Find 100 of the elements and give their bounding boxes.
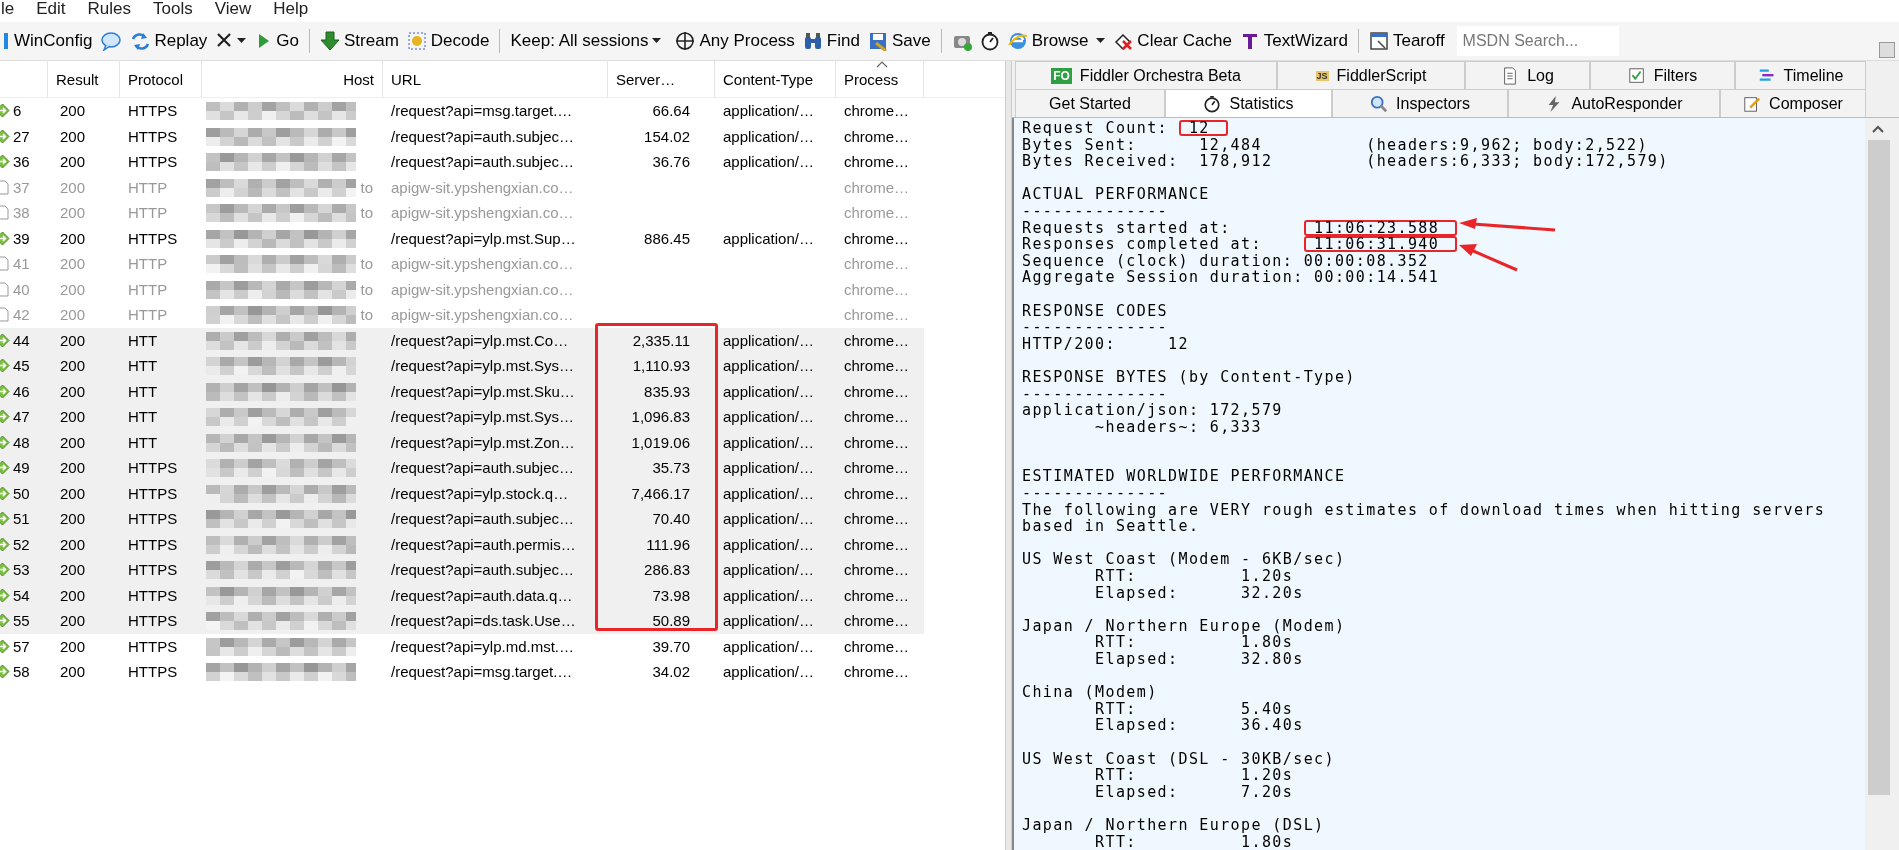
- table-cell-text: application/…: [722, 408, 815, 426]
- pencil-icon: [1743, 94, 1762, 113]
- tab[interactable]: Timeline: [1735, 61, 1866, 89]
- table-cell: 58: [13, 663, 30, 681]
- column-header[interactable]: URL: [383, 61, 608, 97]
- table-cell: 55: [13, 612, 30, 630]
- column-header[interactable]: Content-Type: [715, 61, 836, 97]
- tab[interactable]: AutoResponder: [1508, 89, 1720, 117]
- caret-icon: [1096, 38, 1106, 44]
- overflow-button[interactable]: [1879, 42, 1895, 58]
- table-row[interactable]: 39 200 HTTPS /request?api=ylp.mst.Sup… 886.45 application/… chrome…: [0, 225, 924, 251]
- search-field[interactable]: MSDN Search...: [1456, 26, 1619, 56]
- table-cell-text: chrome…: [843, 280, 911, 298]
- caret-icon: [652, 38, 662, 44]
- toolbar-button[interactable]: TextWizard: [1235, 26, 1352, 56]
- scroll-thumb[interactable]: [1868, 140, 1890, 795]
- table-cell-text: 1,019.06: [630, 433, 691, 451]
- table-row[interactable]: 53 200 HTTPS /request?api=auth.subjec… 286.83 application/… chrome…: [0, 557, 924, 583]
- table-cell-text: chrome…: [843, 382, 911, 400]
- tab[interactable]: Inspectors: [1332, 89, 1508, 117]
- table-cell-text: 200: [59, 561, 87, 579]
- table-cell-text: HTT: [127, 433, 159, 451]
- table-cell: 47: [13, 408, 30, 426]
- toolbar-button[interactable]: Go: [250, 26, 304, 56]
- toolbar-button[interactable]: Tearoff: [1364, 26, 1449, 56]
- table-cell-text: 200: [59, 229, 87, 247]
- table-cell-text: chrome…: [843, 663, 911, 681]
- table-cell-text: application/…: [722, 586, 815, 604]
- table-row[interactable]: 47 200 HTT /request?api=ylp.mst.Sys… 1,096.83 application/… chrome…: [0, 404, 924, 430]
- table-row[interactable]: 46 200 HTT /request?api=ylp.mst.Sku… 835.93 application/… chrome…: [0, 378, 924, 404]
- tab[interactable]: JS FiddlerScript: [1277, 61, 1465, 89]
- toolbar-button[interactable]: WinConfig: [0, 26, 97, 56]
- stats-line: based in Seattle.: [1022, 518, 1201, 535]
- keep-dropdown[interactable]: Keep: All sessions: [506, 26, 666, 56]
- checkbox-icon: [1627, 66, 1646, 85]
- toolbar-button[interactable]: Stream: [316, 26, 403, 56]
- menu-item[interactable]: Rules: [86, 0, 132, 22]
- tab[interactable]: FO Fiddler Orchestra Beta: [1015, 61, 1277, 89]
- column-header[interactable]: Host: [202, 61, 383, 97]
- table-row[interactable]: 44 200 HTT /request?api=ylp.mst.Co… 2,335.11 application/… chrome…: [0, 327, 924, 353]
- table-cell-text: 200: [59, 510, 87, 528]
- menu-item[interactable]: Tools: [152, 0, 194, 22]
- table-row[interactable]: 54 200 HTTPS /request?api=auth.data.q… 73.98 application/… chrome…: [0, 582, 924, 608]
- table-row[interactable]: 50 200 HTTPS /request?api=ylp.stock.q… 7,466.17 application/… chrome…: [0, 480, 924, 506]
- table-row[interactable]: 55 200 HTTPS /request?api=ds.task.Use… 50.89 application/… chrome…: [0, 608, 924, 634]
- toolbar-button[interactable]: Clear Cache: [1109, 26, 1236, 56]
- highlighted-value: 11:06:31.940: [1304, 236, 1458, 253]
- column-header[interactable]: Result: [48, 61, 120, 97]
- toolbar-button[interactable]: Decode: [402, 26, 494, 56]
- table-cell-text: application/…: [722, 433, 815, 451]
- table-cell-text: /request?api=auth.subjec…: [390, 153, 576, 171]
- menu-item[interactable]: Help: [272, 0, 310, 22]
- table-cell-text: chrome…: [843, 306, 911, 324]
- table-cell-text: 200: [59, 663, 87, 681]
- table-row[interactable]: 49 200 HTTPS /request?api=auth.subjec… 35.73 application/… chrome…: [0, 455, 924, 481]
- tab[interactable]: Log: [1465, 61, 1590, 89]
- table-row[interactable]: 52 200 HTTPS /request?api=auth.permis… 111.96 application/… chrome…: [0, 531, 924, 557]
- table-row[interactable]: 6 200 HTTPS /request?api=msg.target.… 66.64 application/… chrome…: [0, 98, 924, 124]
- table-cell-text: 200: [59, 306, 87, 324]
- menu-item[interactable]: View: [213, 0, 253, 22]
- table-cell-text: application/…: [722, 561, 815, 579]
- table-cell-text: application/…: [722, 535, 815, 553]
- table-row[interactable]: 45 200 HTT /request?api=ylp.mst.Sys… 1,110.93 application/… chrome…: [0, 353, 924, 379]
- tab[interactable]: Get Started: [1015, 89, 1165, 117]
- globe-icon: [1007, 31, 1028, 51]
- toolbar-button[interactable]: Browse: [1003, 26, 1093, 56]
- stopwatch-icon: [1203, 94, 1222, 113]
- column-header[interactable]: Server…: [608, 61, 715, 97]
- table-row[interactable]: 48 200 HTT /request?api=ylp.mst.Zon… 1,019.06 application/… chrome…: [0, 429, 924, 455]
- menu-item[interactable]: le: [0, 0, 16, 22]
- table-cell-text: 200: [59, 357, 87, 375]
- stats-line: Aggregate Session duration: 00:00:14.541: [1022, 269, 1441, 286]
- menu-item[interactable]: Edit: [35, 0, 67, 22]
- table-cell-text: apigw-sit.ypshengxian.co…: [390, 280, 575, 298]
- replay-icon: [130, 31, 151, 51]
- toolbar-button[interactable]: Find: [798, 26, 864, 56]
- table-row[interactable]: 57 200 HTTPS /request?api=ylp.md.mst.… 39.70 application/… chrome…: [0, 633, 924, 659]
- toolbar-button[interactable]: Replay: [126, 26, 212, 56]
- table-cell-text: /request?api=ylp.mst.Sku…: [390, 382, 576, 400]
- table-cell-text: chrome…: [843, 637, 911, 655]
- tab[interactable]: Composer: [1720, 89, 1866, 117]
- toolbar-button[interactable]: Save: [863, 26, 935, 56]
- column-header[interactable]: Protocol: [120, 61, 202, 97]
- column-header[interactable]: Process: [836, 61, 924, 97]
- highlighted-value: 12: [1178, 120, 1228, 136]
- stats-line: ~headers~: 6,333: [1095, 418, 1263, 436]
- table-cell-text: 200: [59, 178, 87, 196]
- stats-line: US West Coast (Modem - 6KB/sec): [1022, 551, 1347, 569]
- scroll-up-icon[interactable]: [1871, 124, 1885, 134]
- table-row[interactable]: 36 200 HTTPS /request?api=auth.subjec… 36.76 application/… chrome…: [0, 149, 924, 175]
- table-row[interactable]: 27 200 HTTPS /request?api=auth.subjec… 154.02 application/… chrome…: [0, 123, 924, 149]
- table-row[interactable]: 51 200 HTTPS /request?api=auth.subjec… 70.40 application/… chrome…: [0, 506, 924, 532]
- tab[interactable]: Filters: [1590, 61, 1735, 89]
- table-row[interactable]: 58 200 HTTPS /request?api=msg.target.… 34.02 application/… chrome…: [0, 659, 924, 685]
- stats-line: application/json: 172,579: [1022, 402, 1284, 419]
- stats-line: Japan / Northern Europe (DSL): [1022, 816, 1326, 834]
- tab[interactable]: Statistics: [1165, 89, 1332, 117]
- table-cell-text: application/…: [722, 612, 815, 630]
- toolbar-button[interactable]: Any Process: [671, 26, 799, 56]
- table-cell-text: 1,110.93: [631, 357, 691, 375]
